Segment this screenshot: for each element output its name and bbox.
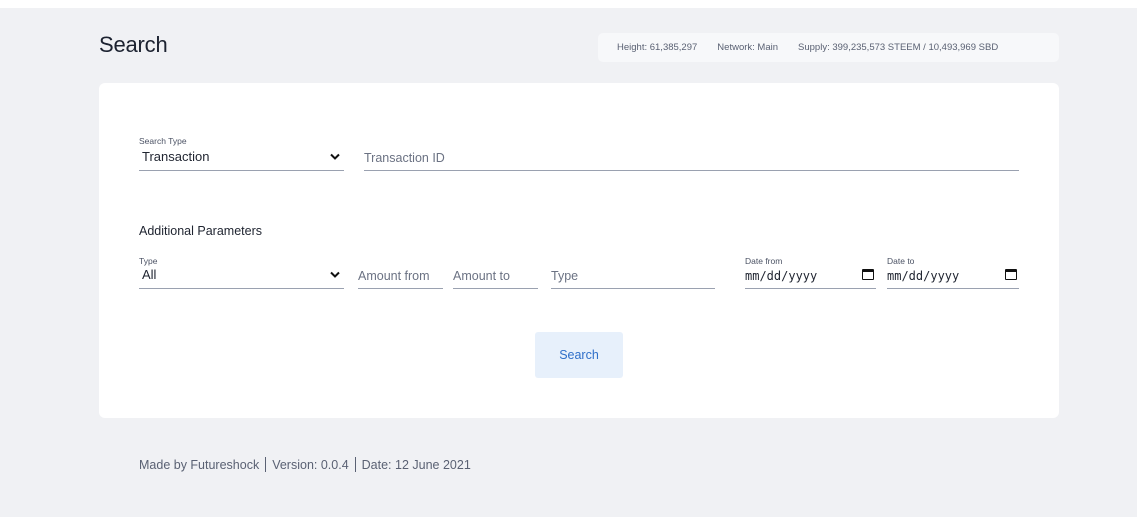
date-to-value: mm/dd/yyyy [887,269,960,283]
calendar-icon[interactable] [1005,269,1017,280]
stat-network: Network: Main [717,42,779,53]
amount-from-placeholder: Amount from [358,269,430,283]
top-strip [0,0,1137,8]
search-button[interactable]: Search [535,332,623,378]
stat-supply: Supply: 399,235,573 STEEM / 10,493,969 S… [798,42,999,53]
type-select-label: Type [139,256,158,266]
date-from-value: mm/dd/yyyy [745,269,818,283]
transaction-id-input[interactable]: Transaction ID [364,136,1019,171]
additional-parameters-heading: Additional Parameters [139,224,262,238]
footer: Made by Futureshock Version: 0.0.4 Date: 1… [139,457,471,472]
footer-version: Version: 0.0.4 [272,458,349,472]
footer-date: Date: 12 June 2021 [361,458,471,472]
type-select[interactable]: Type All [139,256,344,289]
search-card: Search Type Transaction Transaction ID A… [99,83,1059,418]
operation-type-placeholder: Type [551,269,579,283]
footer-divider [265,457,267,472]
date-to-label: Date to [887,256,915,266]
footer-made-by: Made by Futureshock [139,458,260,472]
transaction-id-placeholder: Transaction ID [364,151,445,165]
chain-stats-bar: Height: 61,385,297 Network: Main Supply:… [598,33,1059,62]
date-to-input[interactable]: Date to mm/dd/yyyy [887,256,1019,289]
footer-divider [354,457,356,472]
search-type-select[interactable]: Search Type Transaction [139,136,344,171]
search-type-value: Transaction [142,149,210,164]
search-type-label: Search Type [139,136,187,146]
amount-to-placeholder: Amount to [453,269,510,283]
chevron-down-icon [330,153,340,160]
amount-from-input[interactable]: Amount from [358,256,443,289]
stat-height: Height: 61,385,297 [617,42,698,53]
date-from-label: Date from [745,256,783,266]
page-title: Search [99,32,168,57]
type-select-value: All [142,267,157,282]
operation-type-input[interactable]: Type [551,256,715,289]
date-from-input[interactable]: Date from mm/dd/yyyy [745,256,876,289]
calendar-icon[interactable] [862,269,874,280]
chevron-down-icon [330,271,340,278]
amount-to-input[interactable]: Amount to [453,256,538,289]
